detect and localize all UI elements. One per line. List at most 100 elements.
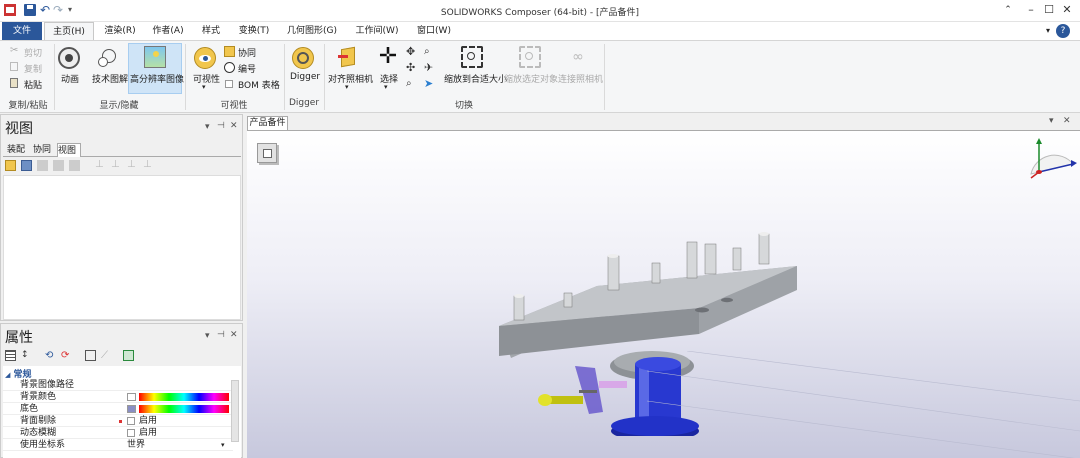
digger-button[interactable]: Digger <box>290 72 320 82</box>
apply-icon[interactable] <box>85 350 96 361</box>
export-icon[interactable] <box>123 350 134 361</box>
digger-icon[interactable] <box>292 47 314 69</box>
align-camera-button[interactable]: 对齐照相机 <box>328 72 373 85</box>
document-tab[interactable]: 产品备件 <box>247 116 288 130</box>
help-dropdown-icon[interactable]: ▾ <box>1040 22 1056 40</box>
number-icon[interactable] <box>224 62 235 73</box>
select-crosshair-icon[interactable]: ✛ <box>377 46 399 69</box>
visibility-dropdown-icon[interactable]: ▾ <box>202 83 206 91</box>
ground-color-swatch[interactable] <box>127 405 136 413</box>
collab-icon[interactable] <box>224 46 235 57</box>
compass-gizmo-icon[interactable] <box>1023 134 1079 184</box>
collab-button[interactable]: 协同 <box>238 46 256 59</box>
help-icon[interactable]: ? <box>1056 24 1070 38</box>
create-view-icon[interactable] <box>5 160 16 171</box>
restore-button[interactable]: ☐ <box>1041 3 1057 17</box>
zoom-selected-button[interactable]: 缩放选定对象 <box>504 72 558 85</box>
prop-row-bg-image-path[interactable]: 背景图像路径 <box>3 379 233 391</box>
tab-render[interactable]: 渲染(R) <box>98 22 142 40</box>
tab-assembly[interactable]: 装配 <box>7 143 29 157</box>
rotate-icon[interactable]: ✥ <box>406 46 417 57</box>
properties-pin-icon[interactable]: ⊣ <box>217 330 225 340</box>
walk-icon[interactable]: ➤ <box>424 78 435 89</box>
properties-scrollbar[interactable] <box>231 380 239 442</box>
tech-illustration-button[interactable]: 技术图解 <box>92 72 128 85</box>
prop-row-coord-system[interactable]: 使用坐标系 世界 ▾ <box>3 439 233 451</box>
view-disabled-icon[interactable] <box>53 160 64 171</box>
prop-row-bg-color[interactable]: 背景颜色 <box>3 391 233 403</box>
view-disabled-icon[interactable]: ⊥ <box>95 160 106 171</box>
prop-row-ground-color[interactable]: 底色 <box>3 403 233 415</box>
properties-dropdown-icon[interactable]: ▾ <box>205 331 210 341</box>
close-button[interactable]: ✕ <box>1059 3 1075 17</box>
zoom-selected-icon[interactable] <box>519 46 541 68</box>
zoom-fit-button[interactable]: 缩放到合适大小 <box>444 72 507 85</box>
tab-geometry[interactable]: 几何图形(G) <box>284 22 340 40</box>
view-disabled-icon[interactable]: ⊥ <box>143 160 154 171</box>
hires-image-button[interactable]: 高分辨率图像 <box>130 72 184 85</box>
animation-button[interactable]: 动画 <box>61 72 79 85</box>
visibility-button[interactable]: 可视性 <box>193 72 220 85</box>
3d-viewport[interactable] <box>247 130 1080 458</box>
tab-workshop[interactable]: 工作间(W) <box>352 22 402 40</box>
zoom-fit-icon[interactable] <box>461 46 483 68</box>
tab-home[interactable]: 主页(H) <box>44 22 94 40</box>
number-button[interactable]: 编号 <box>238 62 256 75</box>
cut-button[interactable]: 剪切 <box>24 46 42 59</box>
reset-icon[interactable]: ⟳ <box>61 350 72 361</box>
copy-icon[interactable] <box>10 62 18 71</box>
visibility-eye-icon[interactable] <box>194 47 216 69</box>
properties-close-icon[interactable]: ✕ <box>230 330 238 340</box>
refresh-icon[interactable]: ⟲ <box>45 350 56 361</box>
prop-row-backface-culling[interactable]: 背面剔除 启用 <box>3 415 233 427</box>
ground-color-spectrum[interactable] <box>139 405 229 413</box>
backface-culling-checkbox[interactable] <box>127 417 135 425</box>
paste-button[interactable]: 粘贴 <box>24 78 42 91</box>
wand-icon[interactable]: ⟋ <box>101 350 112 361</box>
tab-transform[interactable]: 变换(T) <box>232 22 276 40</box>
link-camera-button[interactable]: 连接照相机 <box>558 72 603 85</box>
align-camera-icon[interactable] <box>338 46 360 68</box>
coord-system-select[interactable]: 世界 <box>127 439 145 451</box>
document-dropdown-icon[interactable]: ▾ <box>1049 116 1054 126</box>
link-camera-icon[interactable]: ∞ <box>567 49 589 71</box>
pan-icon[interactable]: ✣ <box>406 62 417 73</box>
cut-icon[interactable]: ✂ <box>10 46 21 57</box>
view-disabled-icon[interactable]: ⊥ <box>111 160 122 171</box>
view-disabled-icon[interactable]: ⊥ <box>127 160 138 171</box>
section-general[interactable]: ◢ 常规 <box>5 367 235 380</box>
animation-icon[interactable] <box>58 47 80 69</box>
tab-file[interactable]: 文件 <box>2 22 42 40</box>
tab-collab[interactable]: 协同 <box>33 143 55 157</box>
select-button[interactable]: 选择 <box>380 72 398 85</box>
views-panel-close-icon[interactable]: ✕ <box>230 121 238 131</box>
bom-table-label[interactable]: BOM 表格 <box>238 78 280 91</box>
document-close-icon[interactable]: ✕ <box>1063 116 1071 126</box>
copy-button[interactable]: 复制 <box>24 62 42 75</box>
collapse-triangle-icon[interactable]: ◢ <box>5 371 10 379</box>
zoom-area-icon[interactable]: ⌕ <box>424 46 435 57</box>
update-view-icon[interactable] <box>21 160 32 171</box>
bg-color-swatch[interactable] <box>127 393 136 401</box>
view-disabled-icon[interactable] <box>37 160 48 171</box>
tab-views[interactable]: 视图 <box>57 143 81 157</box>
views-panel-pin-icon[interactable]: ⊣ <box>217 121 225 131</box>
prop-row-motion-blur[interactable]: 动态模糊 启用 <box>3 427 233 439</box>
motion-blur-checkbox[interactable] <box>127 429 135 437</box>
zoom-icon[interactable]: ⌕ <box>406 78 417 89</box>
categorized-icon[interactable] <box>5 350 16 361</box>
minimize-button[interactable]: – <box>1023 3 1039 17</box>
align-camera-dropdown-icon[interactable]: ▾ <box>345 83 349 91</box>
sort-az-icon[interactable]: ↕ <box>21 350 32 361</box>
hires-image-icon[interactable] <box>144 46 166 68</box>
tab-style[interactable]: 样式 <box>196 22 226 40</box>
view-disabled-icon[interactable] <box>69 160 80 171</box>
viewport-views-icon[interactable] <box>257 143 277 163</box>
bom-checkbox[interactable] <box>225 80 233 88</box>
paste-icon[interactable] <box>10 78 18 88</box>
ribbon-collapse-button[interactable]: ⌃ <box>1000 3 1016 17</box>
tab-author[interactable]: 作者(A) <box>146 22 190 40</box>
fly-icon[interactable]: ✈ <box>424 62 435 73</box>
tech-illustration-icon[interactable] <box>98 47 120 69</box>
select-dropdown-icon[interactable]: ▾ <box>384 83 388 91</box>
